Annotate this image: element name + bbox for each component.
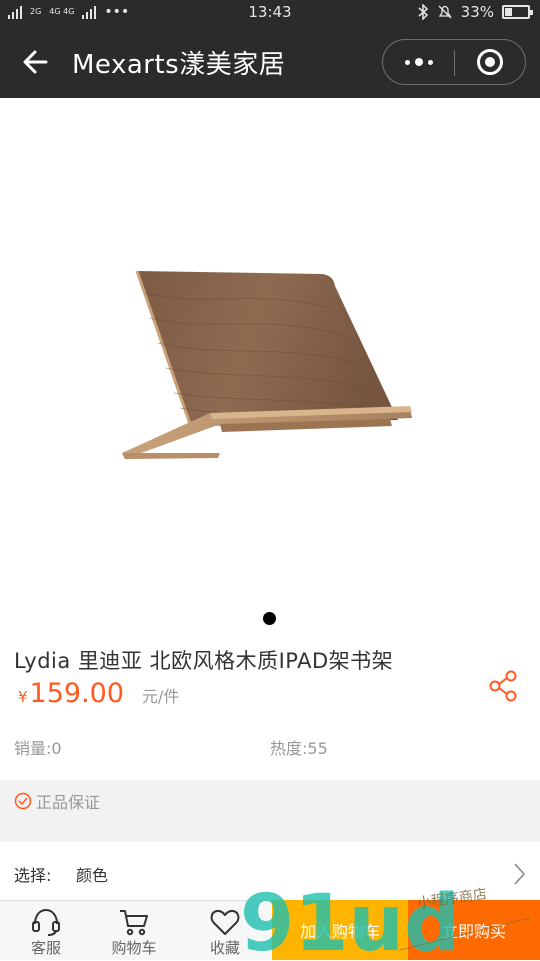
option-label: 选择: — [14, 866, 52, 885]
battery-icon — [502, 5, 533, 19]
heart-icon — [210, 909, 240, 935]
buy-now-button[interactable]: 立即购买 — [408, 900, 540, 960]
add-to-cart-button[interactable]: 加入购物车 — [272, 900, 408, 960]
guarantee-section: 正品保证 — [0, 780, 540, 842]
close-mini-program-icon[interactable] — [454, 40, 525, 84]
cart-label: 购物车 — [111, 939, 157, 957]
product-title: Lydia 里迪亚 北欧风格木质IPAD架书架 — [14, 649, 394, 673]
chevron-right-icon — [514, 863, 526, 885]
cart-icon — [120, 910, 148, 936]
price-row: ¥ 159.00 元/件 — [18, 678, 179, 709]
bluetooth-icon — [418, 4, 428, 20]
price-unit: 元/件 — [142, 687, 180, 706]
mute-icon — [438, 5, 452, 19]
product-price: 159.00 — [29, 678, 125, 709]
mini-program-capsule — [382, 39, 526, 85]
check-circle-icon — [14, 792, 32, 810]
currency-symbol: ¥ — [18, 688, 28, 706]
back-arrow-icon[interactable] — [18, 44, 54, 80]
customer-service-button[interactable]: 客服 — [22, 901, 70, 961]
guarantee-badge: 正品保证 — [14, 789, 100, 813]
share-icon[interactable] — [488, 670, 518, 702]
option-selector[interactable]: 选择: 颜色 — [0, 842, 540, 904]
more-icon[interactable] — [383, 40, 454, 84]
favorite-button[interactable]: 收藏 — [200, 901, 250, 961]
favorite-label: 收藏 — [209, 939, 240, 957]
cart-button[interactable]: 购物车 — [106, 901, 162, 961]
headset-icon — [32, 908, 60, 936]
carousel-indicator-dot[interactable] — [263, 612, 276, 625]
product-image — [122, 270, 412, 459]
page-title: Mexarts漾美家居 — [72, 50, 286, 80]
status-right: 33% — [417, 3, 533, 21]
option-value: 颜色 — [76, 866, 109, 885]
service-label: 客服 — [30, 939, 61, 957]
battery-percent: 33% — [460, 3, 494, 21]
status-bar: 2G 4G 4G ••• 13:43 33% — [0, 0, 540, 26]
sales-count: 销量:0 — [14, 739, 62, 758]
product-image-carousel[interactable] — [0, 98, 540, 638]
heat-count: 热度:55 — [270, 739, 328, 758]
nav-bar: Mexarts漾美家居 — [0, 26, 540, 98]
guarantee-label: 正品保证 — [36, 793, 101, 812]
